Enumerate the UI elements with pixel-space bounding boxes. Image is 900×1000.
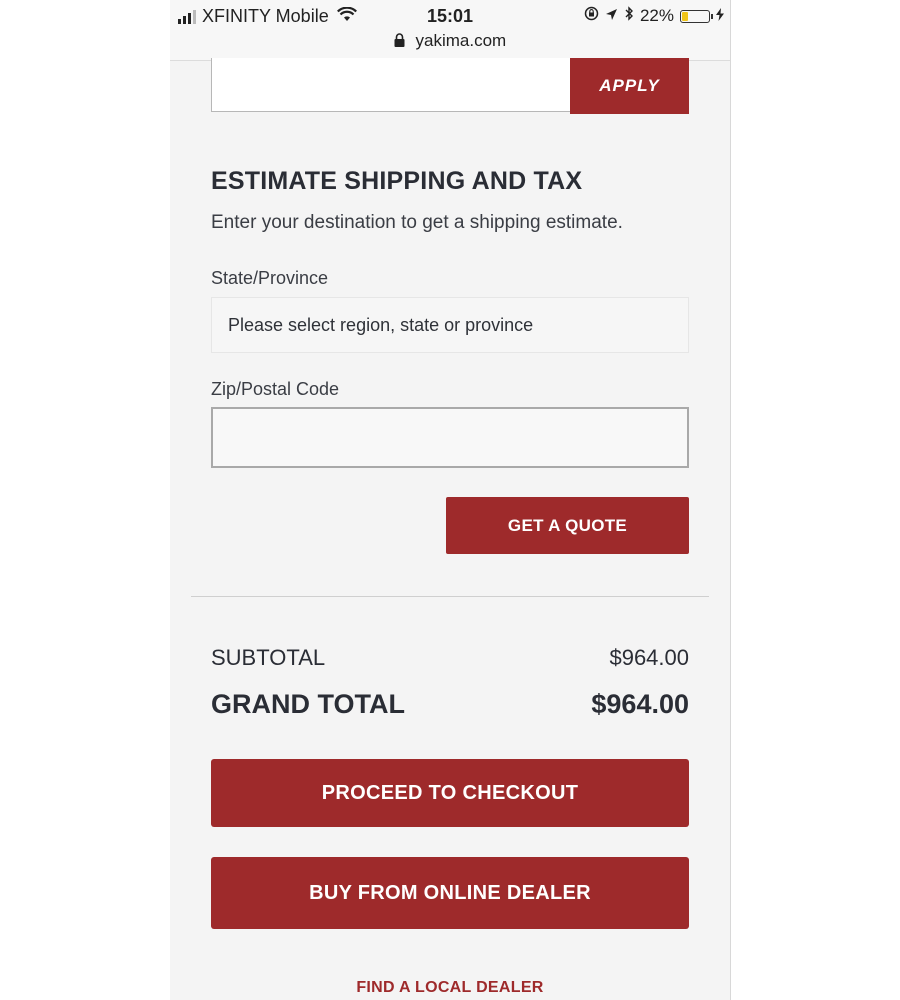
address-bar[interactable]: yakima.com <box>170 31 730 52</box>
subtotal-label: SUBTOTAL <box>211 645 326 670</box>
state-province-select[interactable]: Please select region, state or province <box>211 297 689 353</box>
shipping-description: Enter your destination to get a shipping… <box>211 212 623 233</box>
status-bar: XFINITY Mobile 15:01 yakima.com 22% <box>170 0 730 61</box>
state-province-label: State/Province <box>211 268 329 288</box>
get-a-quote-button[interactable]: GET A QUOTE <box>446 497 689 554</box>
grand-total-value: $964.00 <box>591 689 689 719</box>
proceed-to-checkout-button[interactable]: PROCEED TO CHECKOUT <box>211 759 689 827</box>
battery-icon <box>680 9 713 23</box>
url-text: yakima.com <box>415 31 507 50</box>
charging-bolt-icon <box>716 6 724 26</box>
orientation-lock-icon <box>584 6 599 26</box>
location-arrow-icon <box>605 6 618 26</box>
section-divider <box>191 596 709 597</box>
apply-button[interactable]: APPLY <box>570 58 689 114</box>
status-right: 22% <box>584 6 724 26</box>
shipping-section-title: ESTIMATE SHIPPING AND TAX <box>211 167 583 195</box>
discount-code-input[interactable] <box>211 58 571 112</box>
lock-icon <box>394 32 405 52</box>
zip-code-input[interactable] <box>211 407 689 468</box>
mobile-screen: XFINITY Mobile 15:01 yakima.com 22% APPL… <box>170 0 731 1000</box>
battery-percent: 22% <box>639 6 674 25</box>
grand-total-label: GRAND TOTAL <box>211 689 405 719</box>
zip-code-label: Zip/Postal Code <box>211 379 340 399</box>
state-province-placeholder: Please select region, state or province <box>228 314 534 335</box>
buy-from-online-dealer-button[interactable]: BUY FROM ONLINE DEALER <box>211 857 689 929</box>
subtotal-value: $964.00 <box>609 645 689 670</box>
battery-level <box>682 11 689 21</box>
find-local-dealer-link[interactable]: FIND A LOCAL DEALER <box>170 979 730 997</box>
bluetooth-icon <box>624 6 634 26</box>
